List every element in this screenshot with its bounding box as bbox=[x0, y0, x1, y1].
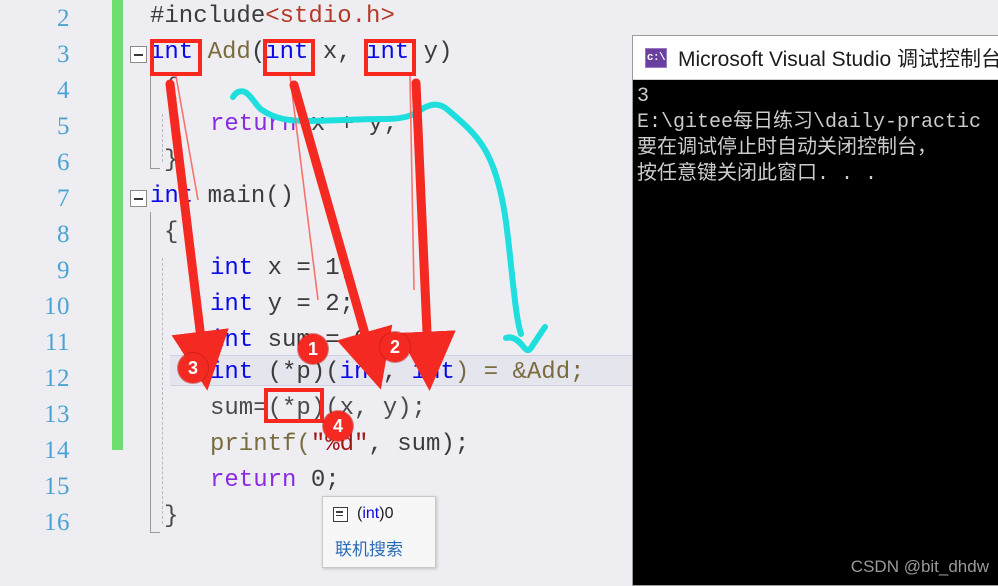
console-line: E:\gitee每日练习\daily-practic bbox=[637, 111, 982, 134]
line-number-gutter: 2 3 4 5 6 7 8 9 10 11 12 13 14 15 16 bbox=[0, 0, 78, 586]
code-line-7: int main() bbox=[150, 184, 294, 210]
token-int-fnptr-arg1: int bbox=[339, 359, 383, 386]
redbox-int-param2 bbox=[364, 39, 416, 76]
token-printf-args: , sum); bbox=[368, 431, 470, 458]
line-number: 8 bbox=[57, 221, 70, 248]
code-line-16: } bbox=[164, 503, 179, 530]
console-line: 要在调试停止时自动关闭控制台， bbox=[637, 137, 937, 160]
line-number: 3 bbox=[57, 41, 70, 68]
online-search-link[interactable]: 联机搜索 bbox=[335, 535, 403, 560]
code-line-10: int y = 2; bbox=[210, 292, 354, 318]
annotation-badge-1: 1 bbox=[298, 334, 328, 364]
screenshot-root: 2 3 4 5 6 7 8 9 10 11 12 13 14 15 16 #in… bbox=[0, 0, 998, 586]
token-fnptr-decl: (*p)( bbox=[253, 359, 340, 386]
console-icon-glyph: c:\ bbox=[646, 51, 666, 64]
csdn-watermark: CSDN @bit_dhdw bbox=[850, 557, 989, 576]
token-decl-x: x = 1; bbox=[253, 255, 355, 282]
quickinfo-popup[interactable]: (int)0 联机搜索 bbox=[322, 496, 436, 568]
annotation-badge-4: 4 bbox=[323, 411, 353, 441]
token-param-x: x, bbox=[308, 39, 367, 66]
console-app-icon: c:\ bbox=[645, 47, 667, 68]
line-number: 4 bbox=[57, 77, 70, 104]
code-line-15: return 0; bbox=[210, 468, 340, 494]
quickinfo-value-row: (int)0 bbox=[333, 505, 393, 523]
console-title-text: Microsoft Visual Studio 调试控制台 bbox=[678, 47, 998, 71]
code-line-2: #include<stdio.h> bbox=[150, 4, 395, 30]
annotation-badge-3: 3 bbox=[178, 353, 208, 383]
line-number: 9 bbox=[57, 257, 70, 284]
token-return-main: return bbox=[210, 467, 297, 494]
quickinfo-value-suffix: )0 bbox=[379, 505, 394, 522]
line-number: 15 bbox=[44, 473, 70, 500]
token-function-name-main: main() bbox=[193, 183, 295, 210]
console-line: 3 bbox=[637, 85, 650, 108]
line-number: 2 bbox=[57, 5, 70, 32]
code-line-5: return x + y; bbox=[210, 112, 397, 138]
code-line-12: int (*p)(int, int) = &Add; bbox=[210, 360, 585, 386]
line-number: 11 bbox=[44, 329, 70, 356]
token-fnptr-comma: , bbox=[382, 359, 412, 386]
token-int-x: int bbox=[210, 255, 254, 282]
token-int-y: int bbox=[210, 291, 254, 318]
line-number: 12 bbox=[44, 365, 70, 392]
token-printf-call: printf( bbox=[210, 431, 311, 458]
token-int-fnptr-arg2: int bbox=[411, 359, 455, 386]
line-number: 6 bbox=[57, 149, 70, 176]
token-return-expr: x + y; bbox=[296, 111, 398, 138]
code-line-11: int sum = 0; bbox=[210, 328, 383, 354]
console-line: 按任意键关闭此窗口. . . bbox=[637, 163, 878, 186]
console-output-area[interactable]: 3 E:\gitee每日练习\daily-practic 要在调试停止时自动关闭… bbox=[633, 80, 998, 585]
code-editor-pane[interactable]: 2 3 4 5 6 7 8 9 10 11 12 13 14 15 16 #in… bbox=[0, 0, 640, 586]
token-decl-y: y = 2; bbox=[253, 291, 355, 318]
redbox-int-return-type bbox=[150, 39, 202, 76]
line-number: 13 bbox=[44, 401, 70, 428]
token-return-keyword: return bbox=[210, 111, 297, 138]
token-return-zero: 0; bbox=[296, 467, 340, 494]
token-header-name: <stdio.h> bbox=[265, 3, 395, 30]
code-line-9: int x = 1; bbox=[210, 256, 354, 282]
debug-console-window[interactable]: c:\ Microsoft Visual Studio 调试控制台 3 E:\g… bbox=[632, 35, 998, 586]
line-number: 5 bbox=[57, 113, 70, 140]
quickinfo-value: (int)0 bbox=[357, 505, 393, 523]
list-icon bbox=[333, 506, 348, 522]
token-int-main-type: int bbox=[150, 183, 194, 210]
line-number: 7 bbox=[57, 185, 70, 212]
redbox-int-param1 bbox=[263, 39, 315, 76]
line-number: 14 bbox=[44, 437, 70, 464]
redbox-deref-p bbox=[264, 388, 324, 423]
line-number: 10 bbox=[44, 293, 70, 320]
token-fnptr-assign: ) = &Add; bbox=[454, 359, 585, 386]
git-change-bar bbox=[112, 0, 123, 450]
code-line-6: } bbox=[164, 147, 179, 174]
annotation-badge-2: 2 bbox=[380, 332, 410, 362]
token-int-fnptr-ret: int bbox=[210, 359, 254, 386]
token-int-sum: int bbox=[210, 327, 254, 354]
code-line-4: { bbox=[164, 75, 179, 102]
line-number: 16 bbox=[44, 509, 70, 536]
quickinfo-type: int bbox=[362, 505, 380, 522]
console-title-bar[interactable]: c:\ Microsoft Visual Studio 调试控制台 bbox=[633, 36, 998, 80]
code-line-8: { bbox=[164, 219, 179, 246]
token-include-directive: #include bbox=[150, 3, 266, 30]
